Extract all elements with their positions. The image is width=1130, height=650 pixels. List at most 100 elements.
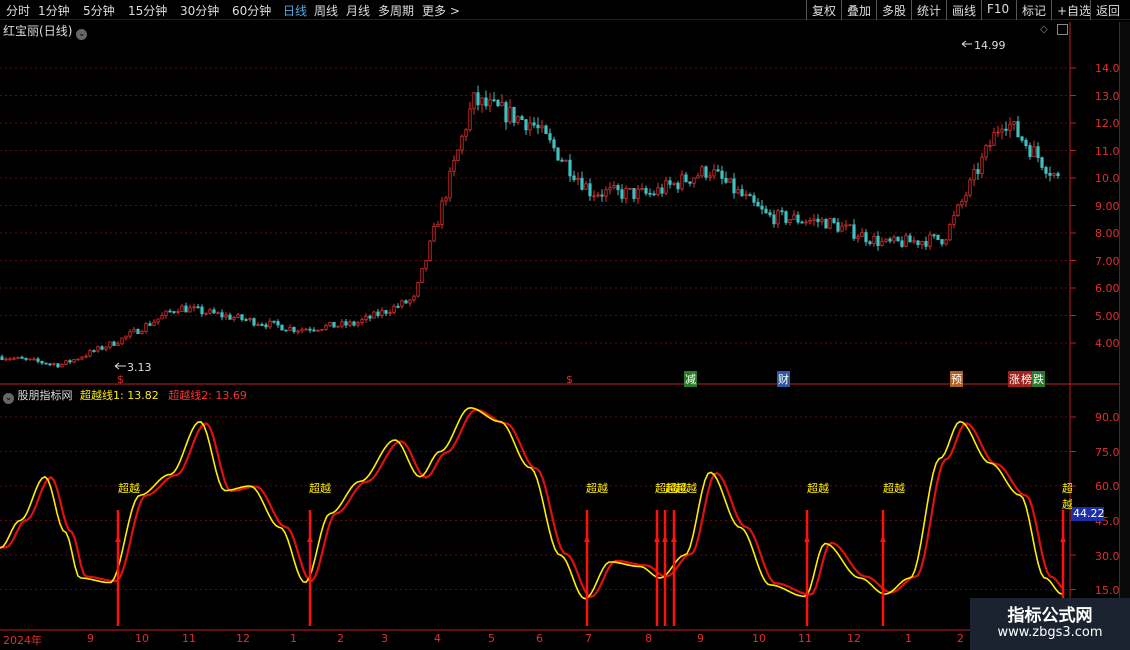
candle-body bbox=[340, 321, 344, 327]
period-tab-5min[interactable]: 5分钟 bbox=[83, 2, 115, 19]
fuquan-button[interactable]: 复权 bbox=[806, 0, 841, 20]
candle-body bbox=[860, 232, 864, 238]
chevron-down-icon[interactable]: ⌄ bbox=[76, 29, 88, 40]
candle-body bbox=[32, 358, 36, 361]
candle-body bbox=[120, 337, 124, 345]
candle-body bbox=[644, 188, 648, 194]
candle-body bbox=[380, 310, 384, 316]
candle-body bbox=[356, 322, 360, 326]
x-tick: 10 bbox=[752, 632, 766, 645]
candle-body bbox=[676, 182, 680, 190]
candle-body bbox=[668, 180, 672, 185]
candle-body bbox=[152, 321, 156, 326]
candle-body bbox=[372, 311, 376, 319]
candle-body bbox=[1000, 128, 1004, 133]
candle-body bbox=[616, 185, 620, 191]
x-tick: 5 bbox=[488, 632, 495, 645]
stats-button[interactable]: 统计 bbox=[911, 0, 946, 20]
period-tab-1min[interactable]: 1分钟 bbox=[38, 2, 70, 19]
period-tab-30min[interactable]: 30分钟 bbox=[180, 2, 219, 19]
stock-title[interactable]: 红宝丽(日线) ⌄ bbox=[3, 22, 88, 40]
window-icon[interactable] bbox=[1057, 24, 1068, 35]
signal-label: 超越 bbox=[309, 482, 331, 495]
candle-body bbox=[228, 314, 232, 320]
price-tick: 8.00 bbox=[1095, 227, 1120, 240]
signal-label: 超越 bbox=[883, 482, 905, 495]
candle-body bbox=[1024, 139, 1028, 146]
candle-body bbox=[256, 324, 260, 326]
mark-button[interactable]: 标记 bbox=[1016, 0, 1051, 20]
candle-body bbox=[156, 318, 160, 323]
fall-marker[interactable]: 跌 bbox=[1032, 371, 1045, 387]
candle-body bbox=[632, 188, 636, 199]
candle-body bbox=[708, 175, 712, 178]
candle-body bbox=[712, 169, 716, 177]
dividend-marker[interactable]: $ bbox=[116, 373, 125, 386]
candle-body bbox=[28, 358, 32, 361]
candle-body bbox=[580, 177, 584, 190]
candle-body bbox=[716, 169, 720, 172]
max-arrow-icon bbox=[961, 40, 972, 48]
candle-body bbox=[252, 318, 256, 326]
candle-body bbox=[888, 238, 892, 242]
candle-body bbox=[44, 362, 48, 365]
back-button[interactable]: 返回 bbox=[1090, 0, 1130, 20]
candle-body bbox=[592, 195, 596, 198]
candle-body bbox=[584, 183, 588, 190]
period-tab-monthly[interactable]: 月线 bbox=[346, 2, 370, 19]
candle-body bbox=[680, 174, 684, 190]
candle-body bbox=[820, 219, 824, 223]
candle-body bbox=[428, 240, 432, 261]
period-tab-daily[interactable]: 日线 bbox=[283, 2, 307, 19]
x-tick: 12 bbox=[236, 632, 250, 645]
reduce-marker[interactable]: 减 bbox=[684, 371, 697, 387]
dividend-marker[interactable]: $ bbox=[565, 373, 574, 386]
watermark-title: 指标公式网 bbox=[1007, 606, 1093, 626]
candle-body bbox=[556, 147, 560, 161]
candle-body bbox=[468, 108, 472, 131]
period-tab-fenshi[interactable]: 分时 bbox=[6, 2, 30, 19]
chevron-down-icon[interactable]: ⌄ bbox=[3, 393, 14, 404]
candle-body bbox=[908, 235, 912, 243]
candle-body bbox=[448, 170, 452, 199]
finance-marker[interactable]: 财 bbox=[777, 371, 790, 387]
x-tick: 9 bbox=[697, 632, 704, 645]
candle-body bbox=[736, 189, 740, 194]
candle-body bbox=[868, 241, 872, 244]
candle-body bbox=[1036, 146, 1040, 159]
period-tab-more[interactable]: 更多 > bbox=[422, 2, 460, 19]
candle-body bbox=[88, 350, 92, 357]
diamond-icon[interactable]: ◇ bbox=[1040, 24, 1048, 35]
period-tab-15min[interactable]: 15分钟 bbox=[128, 2, 167, 19]
candle-body bbox=[892, 236, 896, 242]
period-tab-60min[interactable]: 60分钟 bbox=[232, 2, 271, 19]
candle-body bbox=[196, 306, 200, 309]
forecast-marker[interactable]: 预 bbox=[950, 371, 963, 387]
candle-body bbox=[812, 218, 816, 221]
signal-arrow bbox=[671, 535, 677, 542]
candle-body bbox=[704, 166, 708, 178]
overlay-button[interactable]: 叠加 bbox=[841, 0, 876, 20]
draw-line-button[interactable]: 画线 bbox=[946, 0, 981, 20]
candle-body bbox=[352, 321, 356, 326]
indicator-header[interactable]: ⌄ 股朋指标网 超越线1: 13.82 超越线2: 13.69 bbox=[3, 387, 247, 404]
candle-body bbox=[528, 122, 532, 131]
period-tab-weekly[interactable]: 周线 bbox=[314, 2, 338, 19]
candle-body bbox=[748, 194, 752, 197]
candle-body bbox=[624, 188, 628, 199]
candle-body bbox=[720, 170, 724, 179]
f10-button[interactable]: F10 bbox=[981, 0, 1014, 20]
multi-stock-button[interactable]: 多股 bbox=[876, 0, 911, 20]
max-price-label: 14.99 bbox=[974, 39, 1006, 52]
x-tick: 11 bbox=[798, 632, 812, 645]
candle-body bbox=[540, 125, 544, 129]
candle-body bbox=[940, 239, 944, 245]
candle-body bbox=[804, 221, 808, 224]
candle-body bbox=[288, 326, 292, 331]
candle-body bbox=[796, 214, 800, 223]
candle-body bbox=[536, 124, 540, 129]
candle-body bbox=[976, 169, 980, 174]
candle-body bbox=[744, 194, 748, 197]
period-tab-multi[interactable]: 多周期 bbox=[378, 2, 414, 19]
candle-body bbox=[348, 321, 352, 326]
